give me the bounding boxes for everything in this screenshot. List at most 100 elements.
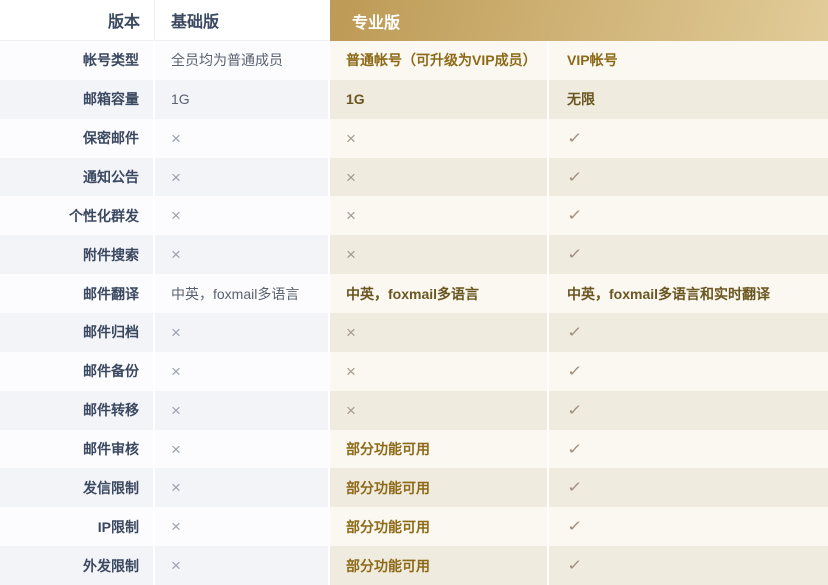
cell-vip: ✓ xyxy=(549,391,828,430)
cross-icon: × xyxy=(171,557,181,574)
cross-icon: × xyxy=(171,402,181,419)
row-label: 通知公告 xyxy=(0,158,155,197)
cross-icon: × xyxy=(346,207,356,224)
cell-basic: × xyxy=(155,119,330,158)
header-cell-version: 版本 xyxy=(0,0,155,41)
check-icon: ✓ xyxy=(567,403,583,418)
cross-icon: × xyxy=(171,169,181,186)
row-label: 邮箱容量 xyxy=(0,80,155,119)
row-label: 邮件转移 xyxy=(0,391,155,430)
table-row: 邮箱容量 1G 1G 无限 xyxy=(0,80,828,119)
table-row: 帐号类型全员均为普通成员 普通帐号（可升级为VIP成员） VIP帐号 xyxy=(0,41,828,80)
cell-pro: 中英，foxmail多语言 xyxy=(330,274,549,313)
cell-basic: 全员均为普通成员 xyxy=(155,41,330,80)
cell-pro: 部分功能可用 xyxy=(330,507,549,546)
check-icon: ✓ xyxy=(567,480,583,495)
cell-vip: ✓ xyxy=(549,507,828,546)
table-row: 个性化群发 × × ✓ xyxy=(0,196,828,235)
cross-icon: × xyxy=(171,130,181,147)
cross-icon: × xyxy=(346,246,356,263)
cross-icon: × xyxy=(346,130,356,147)
cell-basic: × xyxy=(155,196,330,235)
cell-text: 中英，foxmail多语言 xyxy=(171,284,299,304)
cross-icon: × xyxy=(346,363,356,380)
table-body: 帐号类型全员均为普通成员 普通帐号（可升级为VIP成员） VIP帐号邮箱容量 1G 1G… xyxy=(0,41,828,585)
cell-basic: × xyxy=(155,158,330,197)
row-label: IP限制 xyxy=(0,507,155,546)
cell-text: 1G xyxy=(171,91,190,107)
check-icon: ✓ xyxy=(567,208,583,223)
cell-pro: × xyxy=(330,235,549,274)
row-label: 个性化群发 xyxy=(0,196,155,235)
cell-pro: × xyxy=(330,158,549,197)
cell-pro: × xyxy=(330,313,549,352)
header-cell-basic: 基础版 xyxy=(155,0,330,41)
table-row: 外发限制 × 部分功能可用 ✓ xyxy=(0,546,828,585)
cell-pro: × xyxy=(330,352,549,391)
check-icon: ✓ xyxy=(567,558,583,573)
cell-vip: ✓ xyxy=(549,352,828,391)
cell-text: 部分功能可用 xyxy=(346,517,430,537)
cell-text: 普通帐号（可升级为VIP成员） xyxy=(346,50,537,70)
cell-basic: × xyxy=(155,468,330,507)
cell-text: VIP帐号 xyxy=(567,50,618,70)
cell-text: 部分功能可用 xyxy=(346,478,430,498)
table-row: 邮件归档××✓ xyxy=(0,313,828,352)
check-icon: ✓ xyxy=(567,364,583,379)
cross-icon: × xyxy=(171,246,181,263)
cell-basic: × xyxy=(155,430,330,469)
cell-pro: 部分功能可用 xyxy=(330,468,549,507)
cell-vip: ✓ xyxy=(549,546,828,585)
cell-basic: × xyxy=(155,313,330,352)
row-label: 邮件审核 xyxy=(0,430,155,469)
cell-text: 部分功能可用 xyxy=(346,439,430,459)
cell-text: 全员均为普通成员 xyxy=(171,50,283,70)
row-label: 发信限制 xyxy=(0,468,155,507)
cell-basic: × xyxy=(155,546,330,585)
check-icon: ✓ xyxy=(567,170,583,185)
cell-basic: 1G xyxy=(155,80,330,119)
table-row: 邮件翻译中英，foxmail多语言中英，foxmail多语言中英，foxmail… xyxy=(0,274,828,313)
cross-icon: × xyxy=(346,402,356,419)
row-label: 外发限制 xyxy=(0,546,155,585)
cell-text: 1G xyxy=(346,91,365,107)
cross-icon: × xyxy=(171,441,181,458)
cell-pro: × xyxy=(330,119,549,158)
cell-vip: ✓ xyxy=(549,430,828,469)
table-row: 通知公告 × × ✓ xyxy=(0,158,828,197)
row-label: 附件搜索 xyxy=(0,235,155,274)
cell-text: 中英，foxmail多语言 xyxy=(346,284,479,304)
cross-icon: × xyxy=(346,169,356,186)
cell-vip: ✓ xyxy=(549,313,828,352)
cell-vip: VIP帐号 xyxy=(549,41,828,80)
cell-text: 部分功能可用 xyxy=(346,556,430,576)
cross-icon: × xyxy=(171,363,181,380)
table-row: 保密邮件××✓ xyxy=(0,119,828,158)
cross-icon: × xyxy=(171,207,181,224)
row-label: 邮件备份 xyxy=(0,352,155,391)
cell-vip: ✓ xyxy=(549,196,828,235)
table-row: IP限制 × 部分功能可用 ✓ xyxy=(0,507,828,546)
cell-vip: 无限 xyxy=(549,80,828,119)
table-row: 发信限制× 部分功能可用 ✓ xyxy=(0,468,828,507)
cell-basic: × xyxy=(155,235,330,274)
table-row: 邮件审核 × 部分功能可用 ✓ xyxy=(0,430,828,469)
check-icon: ✓ xyxy=(567,247,583,262)
row-label: 帐号类型 xyxy=(0,41,155,80)
cross-icon: × xyxy=(346,324,356,341)
cell-vip: ✓ xyxy=(549,119,828,158)
header-cell-pro: 专业版 xyxy=(330,0,828,41)
check-icon: ✓ xyxy=(567,131,583,146)
cell-basic: 中英，foxmail多语言 xyxy=(155,274,330,313)
cell-basic: × xyxy=(155,391,330,430)
cell-basic: × xyxy=(155,507,330,546)
cell-vip: ✓ xyxy=(549,468,828,507)
cell-text: 无限 xyxy=(567,89,595,109)
table-header-row: 版本 基础版 专业版 xyxy=(0,0,828,41)
cross-icon: × xyxy=(171,518,181,535)
row-label: 邮件翻译 xyxy=(0,274,155,313)
cross-icon: × xyxy=(171,324,181,341)
table-row: 附件搜索 × × ✓ xyxy=(0,235,828,274)
table-row: 邮件备份 × × ✓ xyxy=(0,352,828,391)
version-comparison-table: 版本 基础版 专业版 帐号类型全员均为普通成员 普通帐号（可升级为VIP成员） VI… xyxy=(0,0,828,585)
